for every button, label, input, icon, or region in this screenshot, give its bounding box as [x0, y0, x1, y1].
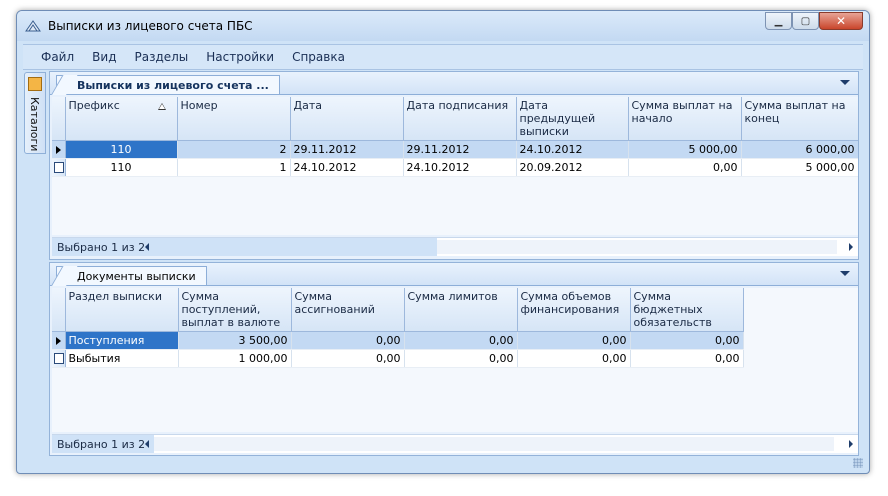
column-header-prefix[interactable]: Префикс — [65, 97, 178, 141]
tab-statements[interactable]: Выписки из лицевого счета ... — [56, 75, 280, 94]
row-marker-icon — [54, 162, 64, 173]
table-cell[interactable]: 24.10.2012 — [516, 140, 629, 159]
app-logo-icon — [25, 20, 41, 32]
table-cell[interactable]: 110 — [65, 158, 178, 177]
table-cell[interactable]: 0,00 — [630, 349, 744, 368]
table-cell[interactable]: 1 — [177, 158, 291, 177]
chevron-down-icon[interactable] — [840, 271, 850, 276]
selection-count: Выбрано 1 из 2 — [57, 241, 146, 254]
table-cell[interactable]: 24.10.2012 — [403, 158, 517, 177]
scroll-left-icon[interactable] — [145, 440, 149, 448]
table-cell[interactable]: 0,00 — [404, 349, 518, 368]
table-cell[interactable]: 0,00 — [404, 331, 518, 350]
scroll-right-icon[interactable] — [849, 440, 853, 448]
sidebar-tab-catalogs[interactable]: Каталоги — [24, 72, 46, 154]
table-cell[interactable]: 1 000,00 — [178, 349, 292, 368]
scroll-left-icon[interactable] — [145, 243, 149, 251]
column-header-allocations-sum[interactable]: Сумма ассигнований — [291, 288, 405, 332]
table-cell[interactable]: 0,00 — [630, 331, 744, 350]
table-cell[interactable]: 2 — [177, 140, 291, 159]
documents-status-bar: Выбрано 1 из 2 — [52, 434, 858, 453]
table-cell[interactable]: 24.10.2012 — [290, 158, 404, 177]
column-header-sign-date[interactable]: Дата подписания — [403, 97, 517, 141]
column-header-date[interactable]: Дата — [290, 97, 404, 141]
documents-panel: Документы выписки Раздел выписки Сумма п… — [49, 262, 859, 456]
table-row[interactable]: 110 1 24.10.2012 24.10.2012 20.09.2012 0… — [52, 158, 858, 177]
resize-grip-icon[interactable] — [853, 458, 863, 468]
main-window: Выписки из лицевого счета ПБС ▁ ▢ ✕ Файл… — [16, 10, 870, 474]
column-header-section[interactable]: Раздел выписки — [65, 288, 179, 332]
menu-file[interactable]: Файл — [23, 50, 83, 64]
table-cell[interactable]: 0,00 — [517, 349, 631, 368]
column-header-receipts-sum[interactable]: Сумма поступлений, выплат в валюте — [178, 288, 292, 332]
menu-view[interactable]: Вид — [83, 50, 125, 64]
table-cell[interactable]: 29.11.2012 — [403, 140, 517, 159]
statements-grid: Префикс Номер Дата Дата подписания Дата … — [52, 97, 858, 235]
statements-status-bar: Выбрано 1 из 2 — [52, 237, 858, 256]
sidebar-tab-label: Каталоги — [28, 97, 41, 152]
selection-count: Выбрано 1 из 2 — [57, 438, 146, 451]
maximize-button[interactable]: ▢ — [792, 12, 819, 30]
column-header-end-sum[interactable]: Сумма выплат на конец — [741, 97, 858, 141]
documents-tabbar: Документы выписки — [50, 263, 858, 286]
documents-grid: Раздел выписки Сумма поступлений, выплат… — [52, 288, 858, 432]
table-row[interactable]: 110 2 29.11.2012 29.11.2012 24.10.2012 5… — [52, 140, 858, 159]
sort-ascending-icon — [157, 103, 166, 110]
column-header-start-sum[interactable]: Сумма выплат на начало — [628, 97, 742, 141]
table-cell[interactable]: Выбытия — [65, 349, 179, 368]
menu-bar: Файл Вид Разделы Настройки Справка — [23, 44, 863, 70]
table-cell[interactable]: 0,00 — [291, 349, 405, 368]
table-cell[interactable]: Поступления — [65, 331, 179, 350]
title-bar[interactable]: Выписки из лицевого счета ПБС ▁ ▢ ✕ — [17, 11, 869, 41]
table-cell[interactable]: 0,00 — [628, 158, 742, 177]
tab-documents[interactable]: Документы выписки — [56, 266, 207, 285]
table-cell[interactable]: 0,00 — [291, 331, 405, 350]
catalog-icon — [28, 77, 42, 91]
table-cell[interactable]: 5 000,00 — [628, 140, 742, 159]
menu-settings[interactable]: Настройки — [197, 50, 283, 64]
table-cell[interactable]: 3 500,00 — [178, 331, 292, 350]
row-marker-icon — [54, 353, 64, 364]
close-button[interactable]: ✕ — [819, 12, 863, 30]
table-cell[interactable]: 5 000,00 — [741, 158, 858, 177]
horizontal-scrollbar[interactable] — [437, 240, 837, 254]
table-row[interactable]: Поступления 3 500,00 0,00 0,00 0,00 0,00 — [52, 331, 744, 350]
window-controls: ▁ ▢ ✕ — [765, 12, 863, 30]
statements-panel: Выписки из лицевого счета ... Префикс Но… — [49, 71, 859, 260]
menu-help[interactable]: Справка — [283, 50, 354, 64]
column-header-limits-sum[interactable]: Сумма лимитов — [404, 288, 518, 332]
row-indicator-header — [52, 97, 66, 141]
table-cell[interactable]: 29.11.2012 — [290, 140, 404, 159]
horizontal-scrollbar[interactable] — [154, 437, 834, 451]
table-cell[interactable]: 6 000,00 — [741, 140, 858, 159]
row-indicator-header — [52, 288, 66, 332]
column-header-financing-sum[interactable]: Сумма объемов финансирования — [517, 288, 631, 332]
scroll-right-icon[interactable] — [849, 243, 853, 251]
statements-tabbar: Выписки из лицевого счета ... — [50, 72, 858, 95]
table-cell[interactable]: 20.09.2012 — [516, 158, 629, 177]
table-cell[interactable]: 0,00 — [517, 331, 631, 350]
table-row[interactable]: Выбытия 1 000,00 0,00 0,00 0,00 0,00 — [52, 349, 744, 368]
chevron-down-icon[interactable] — [840, 80, 850, 85]
current-row-arrow-icon — [56, 336, 61, 345]
column-header-number[interactable]: Номер — [177, 97, 291, 141]
table-cell[interactable]: 110 — [65, 140, 178, 159]
current-row-arrow-icon — [56, 145, 61, 154]
menu-sections[interactable]: Разделы — [125, 50, 197, 64]
window-title: Выписки из лицевого счета ПБС — [48, 19, 253, 33]
content-area: Выписки из лицевого счета ... Префикс Но… — [49, 71, 859, 463]
column-header-obligations-sum[interactable]: Сумма бюджетных обязательств — [630, 288, 744, 332]
column-header-prev-statement-date[interactable]: Дата предыдущей выписки — [516, 97, 629, 141]
minimize-button[interactable]: ▁ — [765, 12, 792, 30]
